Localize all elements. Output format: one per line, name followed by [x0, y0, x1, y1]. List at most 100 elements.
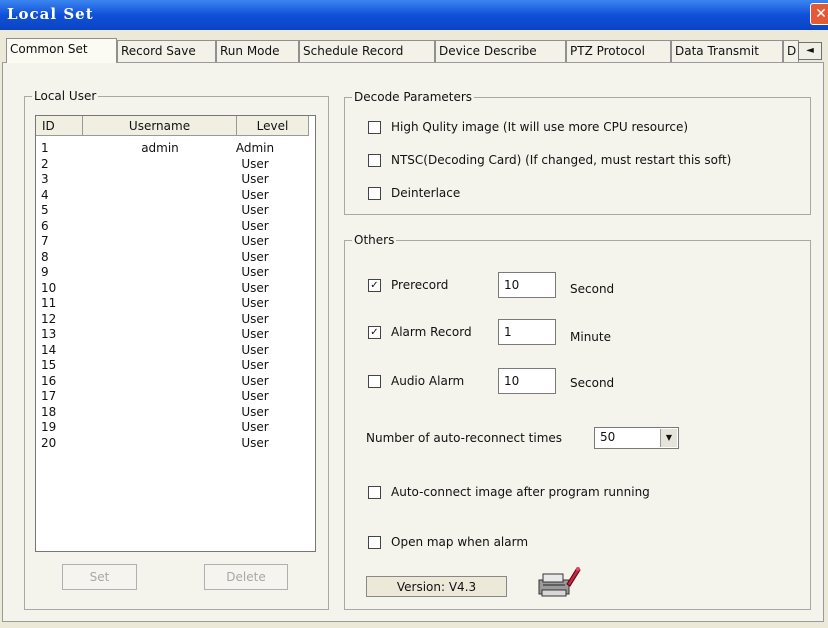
alarm-record-box[interactable]: ✓: [368, 326, 381, 339]
row-id: 10: [41, 280, 57, 295]
row-id: 16: [41, 373, 57, 388]
delete-button[interactable]: Delete: [204, 564, 288, 590]
ntsc-box[interactable]: [368, 154, 381, 167]
tab-run-mode[interactable]: Run Mode: [216, 40, 299, 62]
alarm-record-input[interactable]: 1: [498, 319, 556, 345]
row-level: User: [241, 420, 269, 434]
table-row[interactable]: 14 User: [36, 343, 309, 358]
chevron-down-icon[interactable]: ▼: [660, 429, 677, 447]
row-level: User: [241, 280, 269, 295]
tab-device-describe[interactable]: Device Describe: [435, 40, 566, 62]
alarm-record-unit: Minute: [570, 330, 611, 344]
row-id: 14: [41, 342, 57, 357]
others-legend: Others: [352, 233, 397, 247]
high-quality-label: High Qulity image (It will use more CPU …: [391, 120, 689, 134]
table-row[interactable]: 17 User: [36, 389, 309, 404]
row-level: Admin: [235, 141, 275, 155]
title-bar: Local Set ✕: [0, 0, 828, 30]
row-level: User: [241, 311, 269, 326]
column-header-level[interactable]: Level: [237, 116, 309, 136]
row-level: User: [241, 342, 269, 357]
table-row[interactable]: 8 User: [36, 250, 309, 265]
row-level: User: [241, 156, 269, 171]
table-row[interactable]: 3 User: [36, 172, 309, 187]
row-id: 13: [41, 327, 57, 341]
tab-record-save[interactable]: Record Save: [117, 40, 216, 62]
deinterlace-checkbox[interactable]: Deinterlace: [368, 186, 460, 202]
table-row[interactable]: 6 User: [36, 219, 309, 234]
row-id: 17: [41, 389, 57, 403]
table-row[interactable]: 20 User: [36, 436, 309, 451]
row-level: User: [241, 389, 269, 403]
table-row[interactable]: 16 User: [36, 374, 309, 389]
auto-connect-box[interactable]: [368, 486, 381, 499]
deinterlace-label: Deinterlace: [391, 186, 461, 200]
row-level: User: [241, 218, 269, 233]
tab-schedule-record[interactable]: Schedule Record: [299, 40, 435, 62]
row-id: 5: [41, 203, 49, 217]
deinterlace-box[interactable]: [368, 187, 381, 200]
window-title: Local Set: [7, 5, 94, 23]
row-id: 6: [41, 218, 49, 233]
row-id: 4: [41, 187, 49, 202]
row-level: User: [241, 296, 269, 310]
row-level: User: [241, 203, 269, 217]
prerecord-label: Prerecord: [391, 278, 449, 292]
prerecord-box[interactable]: ✓: [368, 279, 381, 292]
auto-connect-checkbox[interactable]: Auto-connect image after program running: [368, 485, 650, 501]
reconnect-value: 50: [600, 430, 616, 444]
decode-parameters-legend: Decode Parameters: [352, 90, 475, 104]
local-user-legend: Local User: [32, 89, 99, 103]
table-row[interactable]: 15 User: [36, 358, 309, 373]
tab-scroll-left-button[interactable]: ◄: [798, 42, 822, 60]
prerecord-input[interactable]: 10: [498, 272, 556, 298]
audio-alarm-checkbox[interactable]: Audio Alarm: [368, 374, 464, 390]
prerecord-unit: Second: [570, 282, 615, 296]
audio-alarm-box[interactable]: [368, 375, 381, 388]
row-id: 19: [41, 420, 57, 434]
row-level: User: [241, 265, 269, 279]
table-row[interactable]: 5 User: [36, 203, 309, 218]
tab-ptz-protocol[interactable]: PTZ Protocol: [566, 40, 671, 62]
table-row[interactable]: 11 User: [36, 296, 309, 311]
auto-connect-label: Auto-connect image after program running: [391, 485, 650, 499]
row-username: admin: [141, 141, 179, 155]
set-button[interactable]: Set: [62, 564, 137, 590]
column-header-id[interactable]: ID: [36, 116, 83, 136]
reconnect-select[interactable]: 50 ▼: [594, 427, 679, 449]
high-quality-box[interactable]: [368, 121, 381, 134]
row-level: User: [241, 435, 269, 450]
table-row[interactable]: 10 User: [36, 281, 309, 296]
table-row[interactable]: 13 User: [36, 327, 309, 342]
table-row[interactable]: 7 User: [36, 234, 309, 249]
open-map-checkbox[interactable]: Open map when alarm: [368, 535, 528, 551]
table-row[interactable]: 2 User: [36, 157, 309, 172]
prerecord-checkbox[interactable]: ✓ Prerecord: [368, 278, 448, 294]
tab-common-set[interactable]: Common Set: [6, 38, 117, 63]
audio-alarm-label: Audio Alarm: [391, 374, 465, 388]
table-row[interactable]: 4 User: [36, 188, 309, 203]
tab-data-transmit[interactable]: Data Transmit: [671, 40, 783, 62]
close-button[interactable]: ✕: [810, 3, 828, 25]
open-map-box[interactable]: [368, 536, 381, 549]
row-id: 1: [41, 141, 49, 155]
column-header-username[interactable]: Username: [83, 116, 237, 136]
table-row[interactable]: 18 User: [36, 405, 309, 420]
alarm-record-checkbox[interactable]: ✓ Alarm Record: [368, 325, 472, 341]
row-id: 11: [41, 296, 57, 310]
row-level: User: [241, 249, 269, 264]
row-level: User: [241, 373, 269, 388]
tab-partial[interactable]: D: [783, 40, 799, 62]
table-row[interactable]: 9 User: [36, 265, 309, 280]
ntsc-checkbox[interactable]: NTSC(Decoding Card) (If changed, must re…: [368, 153, 731, 169]
user-list[interactable]: ID Username Level 1 admin Admin 2 User 3 User 4…: [35, 115, 316, 552]
table-row[interactable]: 19 User: [36, 420, 309, 435]
table-row[interactable]: 12 User: [36, 312, 309, 327]
row-id: 18: [41, 404, 57, 419]
audio-alarm-input[interactable]: 10: [498, 368, 556, 394]
high-quality-checkbox[interactable]: High Qulity image (It will use more CPU …: [368, 120, 688, 136]
table-row[interactable]: 1 admin Admin: [36, 141, 309, 156]
row-id: 9: [41, 265, 49, 279]
tab-strip: Common Set Record Save Run Mode Schedule…: [0, 38, 828, 63]
row-level: User: [241, 234, 269, 248]
